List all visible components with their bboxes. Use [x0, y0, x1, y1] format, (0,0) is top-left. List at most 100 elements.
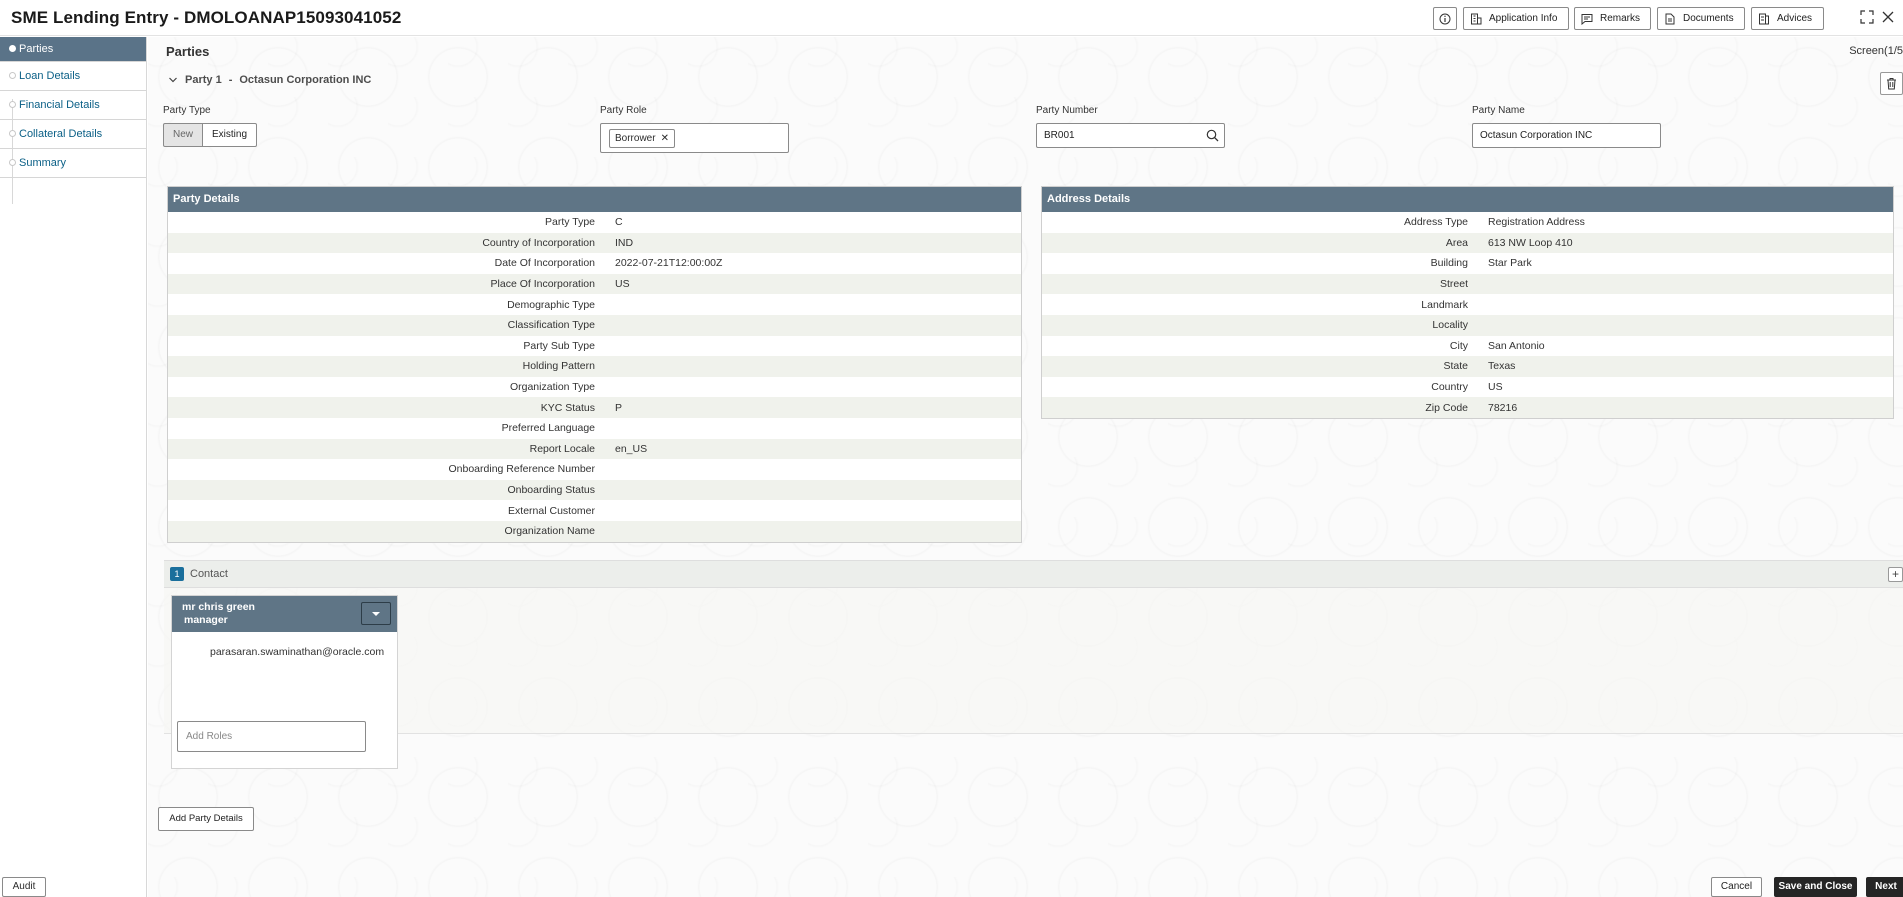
contact-menu-button[interactable]	[361, 602, 391, 625]
application-info-button[interactable]: Application Info	[1463, 7, 1569, 30]
add-contact-button[interactable]: +	[1888, 567, 1903, 582]
detail-label: Holding Pattern	[522, 360, 595, 373]
party-section-header[interactable]: Party 1 - Octasun Corporation INC	[168, 74, 371, 86]
remarks-button[interactable]: Remarks	[1574, 7, 1651, 30]
party-name-heading: Octasun Corporation INC	[239, 74, 372, 86]
delete-party-button[interactable]	[1880, 72, 1903, 95]
detail-row: Date Of Incorporation 2022-07-21T12:00:00…	[168, 253, 1021, 274]
detail-row: External Customer	[168, 500, 1021, 521]
address-details-title: Address Details	[1042, 187, 1893, 212]
building-icon	[1471, 13, 1482, 24]
remove-chip-icon[interactable]: ✕	[661, 130, 669, 147]
advices-button[interactable]: Advices	[1751, 7, 1824, 30]
screen-indicator: Screen(1/5	[1849, 45, 1903, 57]
add-party-details-button[interactable]: Add Party Details	[158, 807, 254, 831]
detail-row: Country of Incorporation IND	[168, 232, 1021, 254]
party-details-panel: Party Details Party Type C Country of Inco…	[167, 186, 1022, 543]
sidebar-item-label: Summary	[19, 157, 67, 169]
detail-row: Onboarding Reference Number	[168, 459, 1021, 480]
detail-label: State	[1443, 360, 1468, 373]
detail-label: Party Type	[545, 216, 595, 229]
detail-row: Party Type C	[168, 212, 1021, 233]
party-number-value: BR001	[1044, 130, 1075, 141]
sidebar-item-collateral-details[interactable]: Collateral Details	[0, 120, 146, 149]
detail-value: C	[615, 216, 623, 229]
documents-label: Documents	[1683, 13, 1734, 24]
app-header: SME Lending Entry - DMOLOANAP15093041052…	[0, 0, 1903, 36]
detail-value: US	[1488, 381, 1503, 394]
advices-label: Advices	[1777, 13, 1813, 24]
detail-label: Report Locale	[529, 442, 595, 455]
chevron-down-icon	[169, 77, 177, 83]
detail-row: Address Type Registration Address	[1042, 212, 1893, 233]
detail-row: Preferred Language	[168, 418, 1021, 439]
document-icon	[1665, 13, 1675, 24]
party-type-label: Party Type	[163, 105, 211, 116]
detail-row: Landmark	[1042, 294, 1893, 315]
detail-row: Zip Code 78216	[1042, 397, 1893, 418]
detail-row: Organization Name	[168, 520, 1021, 542]
detail-value: IND	[615, 236, 634, 249]
party-type-new-option[interactable]: New	[163, 123, 204, 147]
cancel-button[interactable]: Cancel	[1711, 877, 1762, 897]
detail-value: P	[615, 401, 623, 414]
step-dot-icon	[9, 72, 16, 79]
sidebar-item-loan-details[interactable]: Loan Details	[0, 62, 146, 91]
party-type-toggle: New Existing	[163, 123, 258, 147]
detail-value: en_US	[615, 442, 648, 455]
detail-row: City San Antonio	[1042, 336, 1893, 357]
detail-value: Texas	[1488, 360, 1516, 373]
sidebar-item-parties[interactable]: Parties	[0, 37, 146, 62]
close-icon[interactable]	[1880, 9, 1896, 25]
sidebar-item-summary[interactable]: Summary	[0, 149, 146, 178]
detail-label: Landmark	[1421, 298, 1468, 311]
audit-button[interactable]: Audit	[2, 877, 46, 897]
contact-area: mr chris green manager parasaran.swamina…	[164, 588, 1903, 769]
search-icon[interactable]	[1206, 129, 1219, 142]
party-role-chip: Borrower ✕	[609, 129, 675, 148]
detail-row: Building Star Park	[1042, 253, 1893, 274]
party-number-heading: Party 1	[185, 74, 222, 86]
maximize-icon[interactable]	[1859, 9, 1875, 25]
detail-label: Organization Type	[509, 381, 595, 394]
detail-row: Classification Type	[168, 314, 1021, 336]
detail-label: Onboarding Status	[507, 484, 595, 497]
detail-row: Area 613 NW Loop 410	[1042, 232, 1893, 254]
detail-label: KYC Status	[540, 401, 595, 414]
party-role-chip-label: Borrower	[615, 133, 656, 144]
detail-label: Date Of Incorporation	[494, 257, 595, 270]
party-name-label: Party Name	[1472, 105, 1525, 116]
contact-email: parasaran.swaminathan@oracle.com	[210, 646, 385, 658]
documents-button[interactable]: Documents	[1657, 7, 1745, 30]
detail-row: Country US	[1042, 377, 1893, 398]
sidebar-item-label: Financial Details	[19, 99, 100, 111]
sidebar-item-financial-details[interactable]: Financial Details	[0, 91, 146, 120]
detail-value: Registration Address	[1488, 216, 1585, 229]
page-title: Parties	[166, 44, 210, 59]
detail-value: 613 NW Loop 410	[1488, 236, 1573, 249]
party-role-select[interactable]: Borrower ✕	[600, 123, 789, 153]
info-button[interactable]	[1433, 7, 1457, 30]
step-dot-icon	[9, 45, 16, 52]
detail-label: City	[1449, 339, 1468, 352]
advice-icon	[1759, 13, 1769, 24]
party-role-label: Party Role	[600, 105, 647, 116]
party-number-input[interactable]: BR001	[1036, 123, 1225, 148]
contact-count-badge: 1	[170, 567, 184, 581]
address-details-panel: Address Details Address Type Registration…	[1041, 186, 1894, 419]
party-name-value: Octasun Corporation INC	[1480, 130, 1593, 141]
step-dot-icon	[9, 159, 16, 166]
party-name-input[interactable]: Octasun Corporation INC	[1472, 123, 1661, 148]
step-dot-icon	[9, 101, 16, 108]
detail-label: Area	[1445, 236, 1468, 249]
party-number-label: Party Number	[1036, 105, 1098, 116]
detail-label: Place Of Incorporation	[490, 278, 595, 291]
add-roles-input[interactable]: Add Roles	[177, 721, 366, 752]
save-and-close-button[interactable]: Save and Close	[1774, 877, 1857, 897]
detail-label: Locality	[1432, 319, 1468, 332]
detail-label: Country	[1431, 381, 1468, 394]
contact-card: mr chris green manager parasaran.swamina…	[171, 595, 398, 769]
next-button[interactable]: Next	[1866, 877, 1903, 897]
party-type-existing-option[interactable]: Existing	[203, 123, 258, 147]
caret-down-icon	[372, 611, 380, 616]
